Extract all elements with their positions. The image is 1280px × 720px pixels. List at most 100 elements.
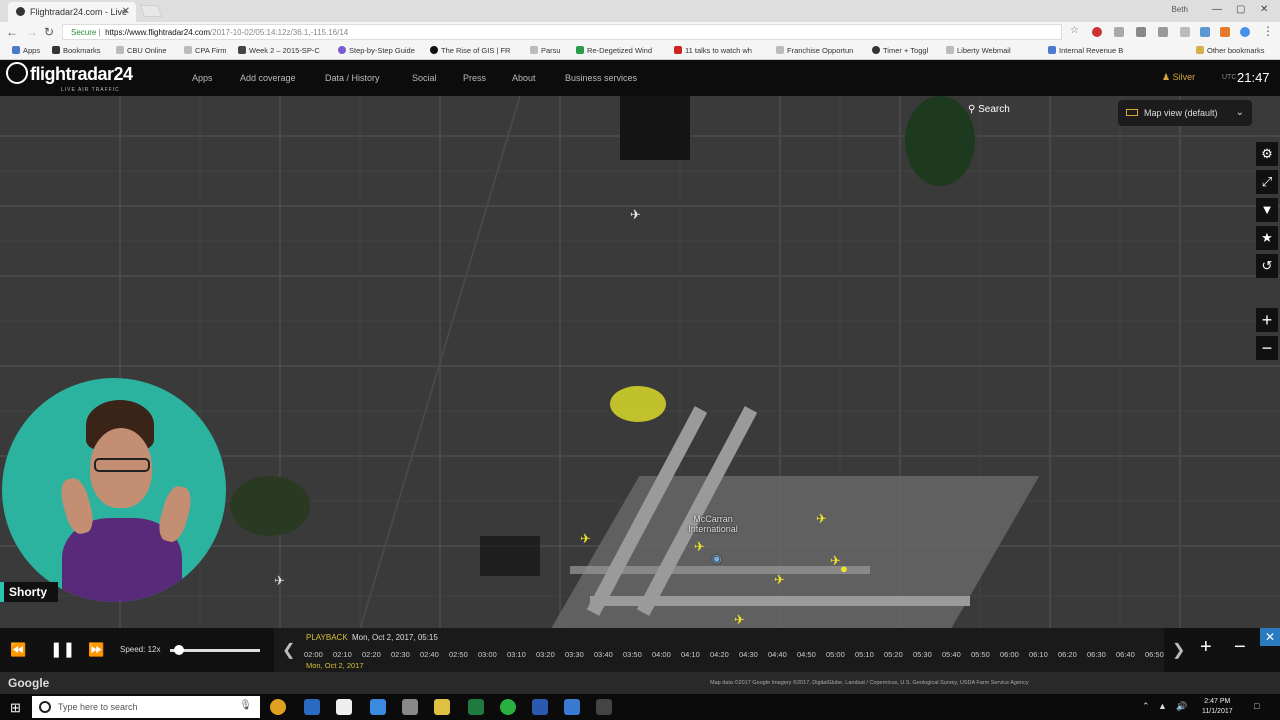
aircraft-icon[interactable]: ✈ <box>694 540 705 553</box>
bookmark-item[interactable]: Liberty Webmail <box>946 46 1011 55</box>
calculator-app-icon[interactable] <box>402 699 418 715</box>
chrome-menu-icon[interactable]: ⋮ <box>1262 24 1274 38</box>
fr24-logo[interactable]: flightradar24 LIVE AIR TRAFFIC <box>6 62 133 93</box>
close-playback-button[interactable]: ✕ <box>1260 628 1280 646</box>
aircraft-icon[interactable]: ✈ <box>816 512 827 525</box>
back-icon[interactable]: ← <box>6 25 18 39</box>
speed-slider-handle[interactable] <box>174 645 184 655</box>
bookmark-item[interactable]: Apps <box>12 46 40 55</box>
bookmark-item[interactable]: Step-by-Step Guide <box>338 46 415 55</box>
bookmark-item[interactable]: Re-Degetized Wind <box>576 46 652 55</box>
word-app-icon[interactable] <box>532 699 548 715</box>
windows-start-icon[interactable]: ⊞ <box>10 700 21 716</box>
extension-icon[interactable] <box>1158 27 1168 37</box>
notifications-icon[interactable]: □ <box>1254 701 1259 711</box>
mail-app-icon[interactable] <box>564 699 580 715</box>
bookmark-item[interactable]: 11 talks to watch wh <box>674 46 752 55</box>
file-explorer-icon[interactable] <box>434 699 450 715</box>
star-icon[interactable]: ★ <box>1256 226 1278 250</box>
bookmark-item[interactable]: Timer + Toggl <box>872 46 928 55</box>
timeline-next-icon[interactable]: ❯ <box>1172 640 1185 660</box>
fast-forward-icon[interactable]: ⏩ <box>88 642 104 658</box>
aircraft-icon[interactable]: ✈ <box>274 574 285 587</box>
extension-icon[interactable] <box>1136 27 1146 37</box>
bookmark-item[interactable]: CBU Online <box>116 46 167 55</box>
browser-tab[interactable]: Flightradar24.com - Live ✕ <box>8 2 136 22</box>
aircraft-icon[interactable]: ✈ <box>734 613 745 626</box>
chrome-app-icon[interactable] <box>270 699 286 715</box>
microphone-icon[interactable]: 🎙 <box>239 700 252 711</box>
zoom-in-button[interactable]: + <box>1256 308 1278 332</box>
nav-apps[interactable]: Apps <box>192 73 213 83</box>
filter-icon[interactable]: ▼ <box>1256 198 1278 222</box>
profile-label[interactable]: Beth <box>1172 5 1188 14</box>
extension-icon[interactable] <box>1220 27 1230 37</box>
timeline-prev-icon[interactable]: ❮ <box>282 640 295 660</box>
aircraft-icon[interactable]: ✈ <box>774 573 785 586</box>
extension-icon[interactable] <box>1092 27 1102 37</box>
satellite-map[interactable]: McCarran International ◉ ✈ ✈ ✈ ✈ ✈ ● ✈ ✈… <box>0 96 1280 696</box>
timeline-zoom-out-button[interactable]: − <box>1234 636 1246 659</box>
close-tab-icon[interactable]: ✕ <box>122 6 130 17</box>
address-bar: ← → ↻ Secure | https://www.flightradar24… <box>0 22 1280 42</box>
nav-data-history[interactable]: Data / History <box>325 73 380 83</box>
new-tab-button[interactable] <box>139 5 163 17</box>
window-close-icon[interactable]: ✕ <box>1260 4 1268 15</box>
bookmark-item[interactable]: Franchise Opportun <box>776 46 853 55</box>
timeline[interactable]: ❮ PLAYBACK Mon, Oct 2, 2017, 05:15 02:00… <box>274 628 1185 672</box>
rewind-icon[interactable]: ⏪ <box>10 642 26 658</box>
aircraft-icon[interactable]: ● <box>840 562 848 575</box>
outlook-app-icon[interactable] <box>304 699 320 715</box>
forward-icon[interactable]: → <box>26 25 38 39</box>
zoom-out-button[interactable]: − <box>1256 336 1278 360</box>
bookmark-item[interactable]: Week 2 – 2015-SP-C <box>238 46 320 55</box>
nav-social[interactable]: Social <box>412 73 437 83</box>
extension-icon[interactable] <box>1180 27 1190 37</box>
extension-icon[interactable] <box>1240 27 1250 37</box>
extension-icon[interactable] <box>1114 27 1124 37</box>
network-icon[interactable]: ▲ <box>1158 701 1167 711</box>
settings-gear-icon[interactable]: ⚙ <box>1256 142 1278 166</box>
obs-app-icon[interactable] <box>596 699 612 715</box>
pause-icon[interactable]: ❚❚ <box>50 640 75 658</box>
bookmark-item[interactable]: Parsu <box>530 46 561 55</box>
playback-datetime: Mon, Oct 2, 2017, 05:15 <box>352 633 438 642</box>
url-field[interactable]: Secure | https://www.flightradar24.com/2… <box>62 24 1062 40</box>
taskbar-search[interactable]: Type here to search 🎙 <box>32 696 260 718</box>
taskbar-time: 2:47 PM <box>1204 698 1231 705</box>
map-view-dropdown[interactable]: Map view (default) ⌄ <box>1118 100 1252 126</box>
bookmark-item[interactable]: The Rise of GIS | FR <box>430 46 510 55</box>
minimize-icon[interactable]: — <box>1212 4 1222 15</box>
account-button[interactable]: ♟ Silver <box>1162 72 1195 83</box>
aircraft-icon[interactable]: ✈ <box>630 208 641 221</box>
extension-icon[interactable] <box>1200 27 1210 37</box>
tray-expand-icon[interactable]: ⌃ <box>1142 701 1150 712</box>
timeline-zoom-in-button[interactable]: + <box>1200 636 1212 659</box>
bookmark-item[interactable]: Bookmarks <box>52 46 101 55</box>
map-search-button[interactable]: ⚲ Search <box>968 104 1010 115</box>
nav-about[interactable]: About <box>512 73 536 83</box>
maximize-icon[interactable]: ▢ <box>1236 4 1245 15</box>
bookmark-item[interactable]: Other bookmarks <box>1196 46 1265 55</box>
taskbar-clock[interactable]: 2:47 PM 11/1/2017 <box>1202 697 1233 717</box>
edge-app-icon[interactable] <box>370 699 386 715</box>
history-icon[interactable]: ↺ <box>1256 254 1278 278</box>
highlight-marker[interactable] <box>610 386 666 422</box>
bookmark-item[interactable]: Internal Revenue B <box>1048 46 1123 55</box>
excel-app-icon[interactable] <box>468 699 484 715</box>
aircraft-icon[interactable]: ✈ <box>580 532 591 545</box>
nav-business-services[interactable]: Business services <box>565 73 637 83</box>
volume-icon[interactable]: 🔊 <box>1176 701 1187 712</box>
bookmark-star-icon[interactable]: ☆ <box>1070 25 1080 36</box>
reload-icon[interactable]: ↻ <box>44 25 54 39</box>
spotify-app-icon[interactable] <box>500 699 516 715</box>
favicon-icon <box>16 7 25 16</box>
bookmark-item[interactable]: CPA Firm <box>184 46 227 55</box>
timeline-tick: 06:40 <box>1116 650 1135 659</box>
nav-press[interactable]: Press <box>463 73 486 83</box>
fullscreen-icon[interactable]: ⤢ <box>1256 170 1278 194</box>
nav-add-coverage[interactable]: Add coverage <box>240 73 296 83</box>
file-app-icon[interactable] <box>336 699 352 715</box>
runway <box>590 596 970 606</box>
airport-pin-icon[interactable]: ◉ <box>712 552 722 565</box>
